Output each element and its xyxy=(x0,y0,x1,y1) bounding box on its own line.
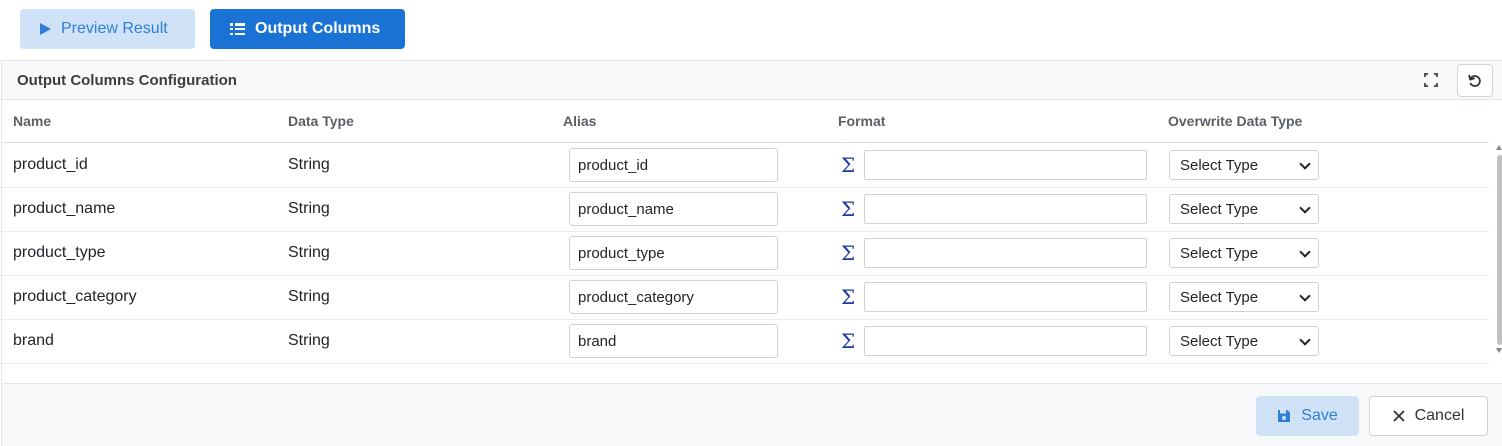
column-data-type: String xyxy=(288,288,330,305)
format-input[interactable] xyxy=(864,282,1147,312)
output-columns-label: Output Columns xyxy=(255,20,381,37)
table-row: product_id String Σ Select Type xyxy=(2,144,1489,188)
cancel-button[interactable]: Cancel xyxy=(1369,396,1488,436)
chevron-down-icon xyxy=(1299,158,1311,170)
header-data-type: Data Type xyxy=(288,113,354,129)
chevron-down-icon xyxy=(1299,334,1311,346)
sigma-icon[interactable]: Σ xyxy=(841,197,855,221)
reset-button[interactable] xyxy=(1457,64,1493,97)
panel-title: Output Columns Configuration xyxy=(17,72,237,89)
table-row: brand String Σ Select Type xyxy=(2,320,1489,364)
expand-icon[interactable] xyxy=(1424,73,1438,87)
overwrite-type-value: Select Type xyxy=(1180,332,1259,350)
alias-input[interactable] xyxy=(569,324,778,358)
table-scrollbar[interactable] xyxy=(1494,143,1502,357)
scroll-up-arrow-icon[interactable] xyxy=(1496,145,1502,150)
overwrite-type-select[interactable]: Select Type xyxy=(1169,326,1319,356)
chevron-down-icon xyxy=(1299,246,1311,258)
overwrite-type-select[interactable]: Select Type xyxy=(1169,194,1319,224)
save-label: Save xyxy=(1301,407,1338,424)
overwrite-type-value: Select Type xyxy=(1180,200,1259,218)
overwrite-type-value: Select Type xyxy=(1180,156,1259,174)
scroll-thumb[interactable] xyxy=(1497,155,1502,345)
column-name: product_id xyxy=(13,156,88,173)
column-data-type: String xyxy=(288,200,330,217)
overwrite-type-value: Select Type xyxy=(1180,244,1259,262)
header-format: Format xyxy=(838,113,886,129)
overwrite-type-select[interactable]: Select Type xyxy=(1169,238,1319,268)
alias-input[interactable] xyxy=(569,192,778,226)
overwrite-type-value: Select Type xyxy=(1180,288,1259,306)
preview-result-label: Preview Result xyxy=(61,20,168,37)
output-columns-button[interactable]: Output Columns xyxy=(210,9,405,49)
sigma-icon[interactable]: Σ xyxy=(841,241,855,265)
column-data-type: String xyxy=(288,156,330,173)
sigma-icon[interactable]: Σ xyxy=(841,285,855,309)
chevron-down-icon xyxy=(1299,202,1311,214)
overwrite-type-select[interactable]: Select Type xyxy=(1169,282,1319,312)
save-button[interactable]: Save xyxy=(1256,396,1359,436)
format-input[interactable] xyxy=(864,150,1147,180)
chevron-down-icon xyxy=(1299,290,1311,302)
tab-bar: Preview Result Output Columns xyxy=(0,0,1502,60)
header-overwrite-data-type: Overwrite Data Type xyxy=(1168,113,1303,129)
header-alias: Alias xyxy=(563,113,597,129)
column-name: product_type xyxy=(13,244,106,261)
panel-footer: Save Cancel xyxy=(2,383,1502,446)
sigma-icon[interactable]: Σ xyxy=(841,329,855,353)
format-input[interactable] xyxy=(864,326,1147,356)
table-row: product_name String Σ Select Type xyxy=(2,188,1489,232)
alias-input[interactable] xyxy=(569,236,778,270)
format-input[interactable] xyxy=(864,238,1147,268)
scroll-down-arrow-icon[interactable] xyxy=(1496,348,1502,353)
column-data-type: String xyxy=(288,332,330,349)
column-data-type: String xyxy=(288,244,330,261)
preview-result-button[interactable]: Preview Result xyxy=(20,9,195,49)
column-name: product_name xyxy=(13,200,116,217)
save-icon xyxy=(1278,410,1291,422)
format-input[interactable] xyxy=(864,194,1147,224)
overwrite-type-select[interactable]: Select Type xyxy=(1169,150,1319,180)
table-row: product_category String Σ Select Type xyxy=(2,276,1489,320)
play-icon xyxy=(40,23,51,35)
alias-input[interactable] xyxy=(569,280,778,314)
table-row: product_type String Σ Select Type xyxy=(2,232,1489,276)
column-name: brand xyxy=(13,332,54,349)
list-icon xyxy=(230,23,245,35)
close-icon xyxy=(1393,410,1404,422)
panel-header: Output Columns Configuration xyxy=(2,61,1502,100)
table-header: Name Data Type Alias Format Overwrite Da… xyxy=(2,100,1489,143)
header-name: Name xyxy=(13,113,52,129)
column-name: product_category xyxy=(13,288,137,305)
output-columns-panel: Output Columns Configuration Name Data T… xyxy=(1,60,1502,446)
sigma-icon[interactable]: Σ xyxy=(841,153,855,177)
alias-input[interactable] xyxy=(569,148,778,182)
refresh-icon xyxy=(1468,74,1481,87)
cancel-label: Cancel xyxy=(1414,407,1465,424)
